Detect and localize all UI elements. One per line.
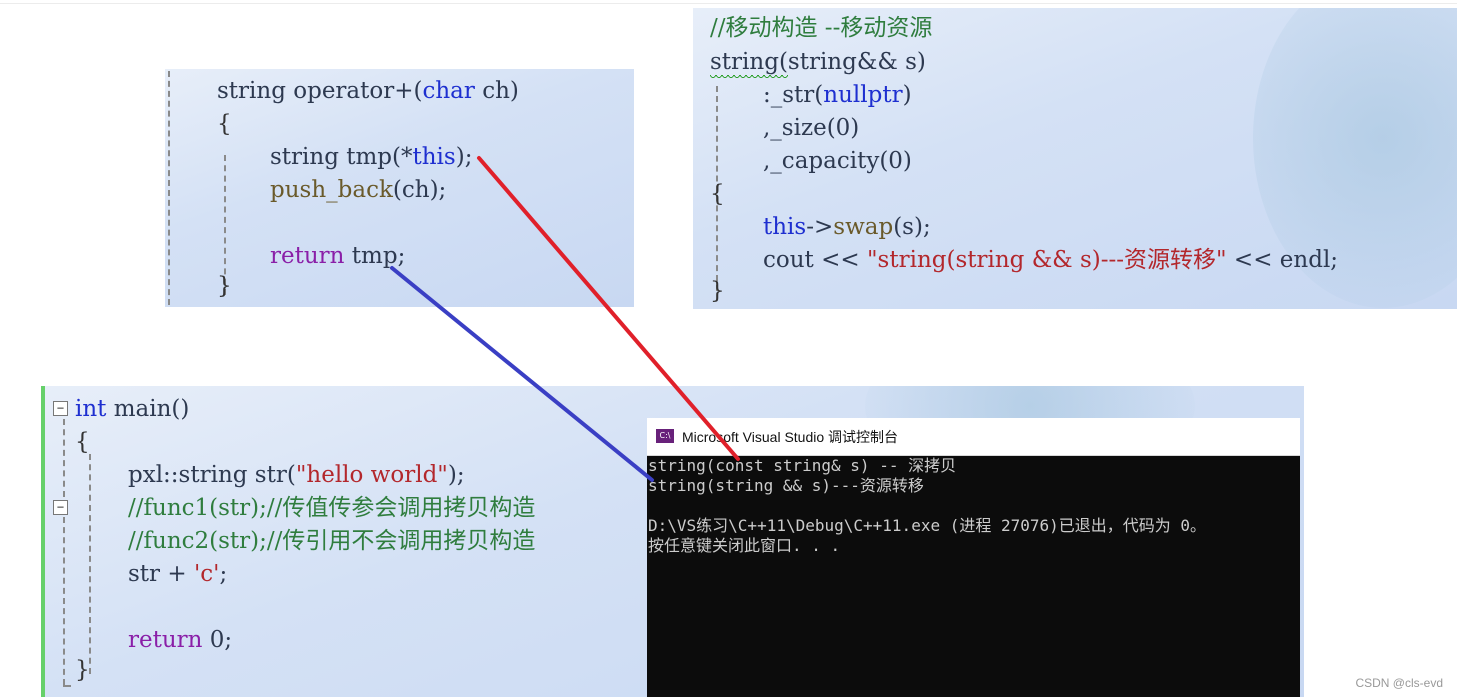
token-function: swap [833, 214, 894, 240]
token-keyword: int [75, 396, 107, 422]
token-brace: { [75, 429, 90, 455]
token-comment: //func1(str);//传值传参会调用拷贝构造 [128, 495, 536, 521]
outline-guide [168, 71, 170, 305]
code-line-cout: cout << "string(string && s)---资源转移" << … [763, 244, 1338, 277]
token-brace: } [75, 657, 90, 683]
token-char-literal: 'c' [193, 561, 220, 587]
outline-guide [63, 419, 65, 497]
console-output-line: 按任意键关闭此窗口. . . [648, 536, 841, 555]
token-brace: { [710, 181, 725, 207]
token-var: tmp(* [338, 144, 413, 170]
token-type: string [217, 78, 286, 104]
token-main: main() [106, 396, 190, 422]
code-line-signature: string operator+(char ch) [217, 75, 519, 108]
token-decl: pxl::string str( [128, 462, 296, 488]
token-cout: cout [763, 247, 822, 273]
code-line-brace-close: } [710, 275, 725, 308]
code-line-expr: str + 'c'; [128, 558, 227, 591]
code-line-brace-open: { [710, 178, 725, 211]
token-expr: str + [128, 561, 194, 587]
code-line-brace-close: } [75, 654, 90, 687]
console-title: Microsoft Visual Studio 调试控制台 [682, 429, 899, 445]
token-arrow: -> [806, 214, 834, 240]
token-return-value: 0; [202, 627, 233, 653]
token-brace: } [710, 278, 725, 304]
token-string-literal: "hello world" [295, 462, 448, 488]
watermark: CSDN @cls-evd [1355, 676, 1443, 690]
token-init: :_str( [763, 82, 824, 108]
token-brace: { [217, 111, 232, 137]
code-line-comment: //移动构造 --移动资源 [710, 12, 932, 45]
token-comment: //func2(str);//传引用不会调用拷贝构造 [128, 528, 536, 554]
code-line-comment-func2: //func2(str);//传引用不会调用拷贝构造 [128, 525, 535, 558]
token-stream-op: << [821, 247, 860, 273]
token-init: ,_size(0) [763, 115, 860, 141]
vs-console-icon: C:\ [656, 429, 674, 443]
token-operator: operator+ [285, 78, 414, 104]
token-keyword: char [422, 78, 475, 104]
token-string-literal: "string(string && s)---资源转移" [859, 247, 1227, 273]
token-endl: endl; [1272, 247, 1339, 273]
console-output-line: string(string && s)---资源转移 [648, 476, 924, 495]
code-line-decl: pxl::string str("hello world"); [128, 459, 465, 492]
token-ctor-name: string [710, 49, 779, 75]
code-line-init-size: ,_size(0) [763, 112, 859, 145]
token-brace: } [217, 273, 232, 299]
console-title-bar[interactable]: C:\ Microsoft Visual Studio 调试控制台 [647, 418, 1300, 456]
code-line-push-back: push_back(ch); [270, 174, 446, 207]
console-output-line: string(const string& s) -- 深拷贝 [648, 456, 957, 475]
block-guide [89, 454, 91, 674]
code-line-swap: this->swap(s); [763, 211, 931, 244]
token-return-keyword: return [128, 627, 203, 653]
token-init: ,_capacity(0) [763, 148, 912, 174]
code-panel-move-ctor: //移动构造 --移动资源 string(string&& s) :_str(n… [693, 8, 1457, 309]
outline-guide [63, 517, 65, 685]
code-line-main-signature: int main() [75, 393, 189, 426]
code-line-init-str: :_str(nullptr) [763, 79, 912, 112]
token-paren: ) [902, 82, 912, 108]
code-panel-operator-plus: string operator+(char ch) { string tmp(*… [165, 69, 634, 307]
code-line-brace-open: { [217, 108, 232, 141]
token-return-keyword: return [270, 243, 345, 269]
token-end: ; [219, 561, 228, 587]
token-end: ); [455, 144, 473, 170]
token-ctor-args: (string&& s) [778, 49, 926, 75]
code-line-tmp-decl: string tmp(*this); [270, 141, 472, 174]
token-end: ); [447, 462, 465, 488]
debug-console-window[interactable]: C:\ Microsoft Visual Studio 调试控制台 string… [647, 418, 1300, 697]
code-line-brace-close: } [217, 270, 232, 303]
outline-guide-end [63, 685, 71, 687]
code-line-brace-open: { [75, 426, 90, 459]
collapse-toggle-comments[interactable]: − [53, 500, 68, 515]
code-line-init-capacity: ,_capacity(0) [763, 145, 912, 178]
token-args: (s); [893, 214, 931, 240]
token-comment: //移动构造 --移动资源 [710, 15, 933, 41]
token-this: this [412, 144, 456, 170]
code-line-comment-func1: //func1(str);//传值传参会调用拷贝构造 [128, 492, 535, 525]
top-divider [0, 3, 1457, 4]
token-this: this [763, 214, 807, 240]
console-output-line: D:\VS练习\C++11\Debug\C++11.exe (进程 27076)… [648, 516, 1207, 535]
token-nullptr: nullptr [823, 82, 903, 108]
collapse-toggle-main[interactable]: − [53, 401, 68, 416]
token-type: string [270, 144, 339, 170]
token-function: push_back [270, 177, 393, 203]
token-return-value: tmp; [344, 243, 406, 269]
code-line-return: return 0; [128, 624, 232, 657]
token-param: ch) [474, 78, 519, 104]
token-args: (ch); [392, 177, 447, 203]
token-stream-op: << [1226, 247, 1273, 273]
code-line-return: return tmp; [270, 240, 405, 273]
